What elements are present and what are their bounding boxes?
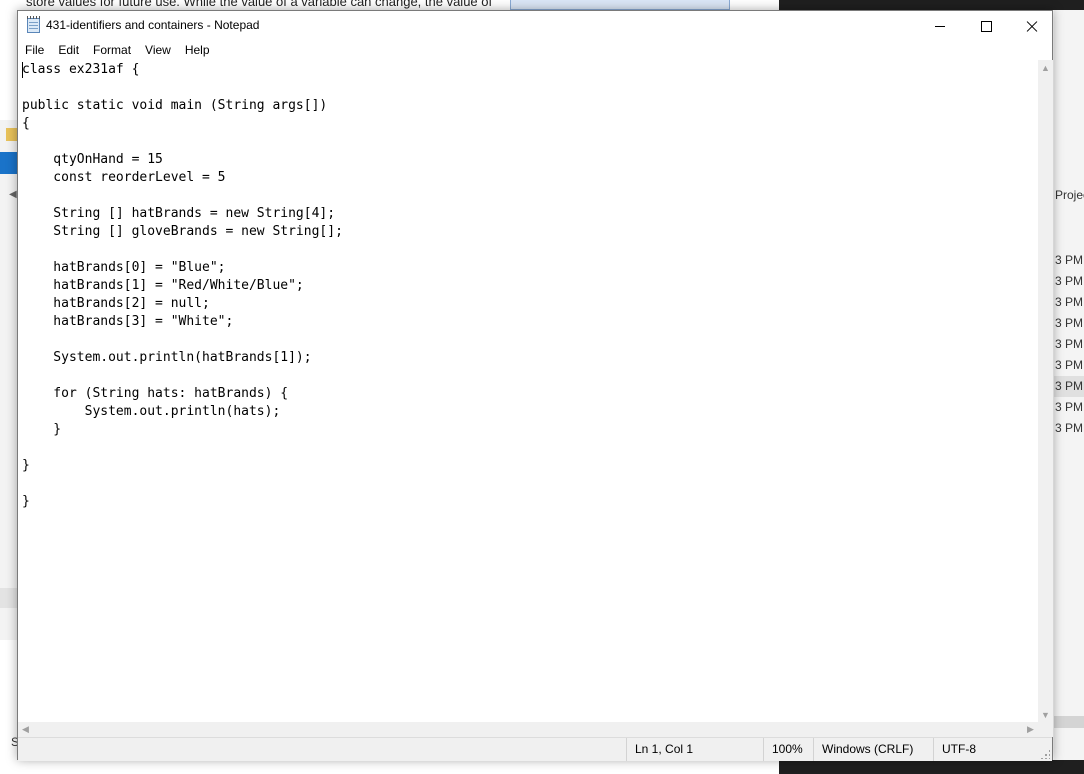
status-cursor-position: Ln 1, Col 1: [626, 738, 763, 761]
close-button[interactable]: [1009, 11, 1055, 41]
status-encoding: UTF-8: [933, 738, 1022, 761]
background-right-stripe: [1054, 716, 1084, 728]
background-timestamp: 3 PM: [1055, 316, 1084, 330]
background-timestamp: 3 PM: [1055, 358, 1084, 372]
folder-icon: [6, 128, 17, 141]
scroll-down-icon[interactable]: ▼: [1038, 707, 1053, 722]
background-timestamp: 3 PM: [1054, 376, 1084, 397]
background-arrow-icon: ◀: [9, 189, 17, 200]
notepad-window: 431-identifiers and containers - Notepad…: [17, 10, 1053, 761]
background-timestamp: 3 PM: [1055, 295, 1084, 309]
menu-bar: File Edit Format View Help: [18, 41, 1052, 60]
background-dark-panel-bottom: [779, 760, 1084, 774]
background-dark-panel-top: [779, 0, 1084, 10]
background-article-text: store values for future use. While the v…: [26, 0, 493, 9]
background-timestamp: 3 PM: [1055, 337, 1084, 351]
background-left-gray-bar: [0, 588, 17, 608]
title-bar[interactable]: 431-identifiers and containers - Notepad: [18, 11, 1052, 41]
menu-help[interactable]: Help: [178, 41, 217, 60]
minimize-icon: [935, 25, 945, 27]
menu-format[interactable]: Format: [86, 41, 138, 60]
maximize-icon: [980, 20, 992, 32]
background-timestamp: 3 PM: [1055, 400, 1084, 414]
horizontal-scrollbar[interactable]: ◀ ▶: [18, 722, 1038, 737]
vertical-scrollbar[interactable]: ▲ ▼: [1038, 60, 1053, 722]
maximize-button[interactable]: [963, 11, 1009, 41]
status-line-ending: Windows (CRLF): [813, 738, 932, 761]
scroll-right-icon[interactable]: ▶: [1023, 722, 1038, 737]
status-bar: Ln 1, Col 1 100% Windows (CRLF) UTF-8: [18, 737, 1052, 761]
close-icon: [1026, 20, 1038, 32]
scroll-left-icon[interactable]: ◀: [18, 722, 33, 737]
resize-grip-icon[interactable]: [1040, 749, 1050, 759]
background-project-label: Project: [1055, 188, 1084, 202]
background-blue-box: [510, 0, 730, 10]
menu-file[interactable]: File: [18, 41, 51, 60]
menu-view[interactable]: View: [138, 41, 178, 60]
menu-edit[interactable]: Edit: [51, 41, 86, 60]
background-timestamp-list: 3 PM 3 PM 3 PM 3 PM 3 PM 3 PM 3 PM 3 PM 3 PM: [1054, 250, 1084, 439]
text-editor[interactable]: class ex231af { public static void main …: [18, 60, 1038, 722]
background-timestamp: 3 PM: [1055, 421, 1084, 435]
background-timestamp: 3 PM: [1055, 274, 1084, 288]
text-caret: [22, 62, 23, 78]
editor-content[interactable]: class ex231af { public static void main …: [18, 60, 1038, 511]
background-timestamp: 3 PM: [1055, 253, 1084, 267]
scroll-corner: [1038, 722, 1053, 737]
minimize-button[interactable]: [917, 11, 963, 41]
background-selected-item: [0, 152, 17, 174]
notepad-icon[interactable]: [27, 16, 40, 33]
window-title: 431-identifiers and containers - Notepad: [46, 18, 260, 32]
scroll-up-icon[interactable]: ▲: [1038, 60, 1053, 75]
